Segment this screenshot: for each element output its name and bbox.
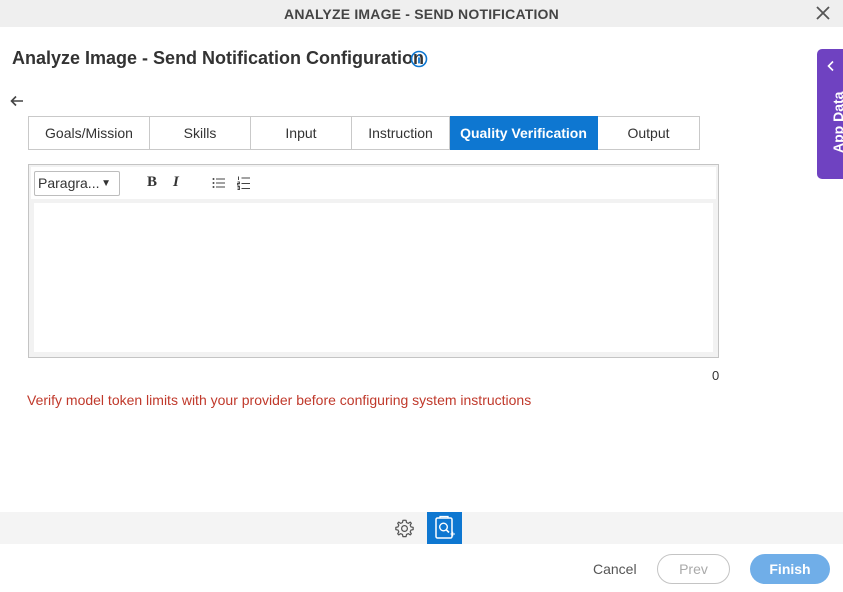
dropdown-arrow-icon: ▼	[101, 178, 111, 189]
character-count: 0	[712, 368, 720, 383]
prev-button[interactable]: Prev	[657, 554, 730, 584]
info-icon[interactable]	[410, 50, 428, 68]
tab-output[interactable]: Output	[598, 116, 700, 150]
chevron-left-icon	[827, 60, 834, 72]
numbered-list-icon[interactable]	[237, 176, 250, 190]
finish-button[interactable]: Finish	[750, 554, 830, 584]
tab-input[interactable]: Input	[251, 116, 352, 150]
window-title: ANALYZE IMAGE - SEND NOTIFICATION	[284, 6, 559, 22]
bullet-list-icon[interactable]	[212, 177, 225, 189]
gear-icon[interactable]	[394, 518, 415, 539]
window-title-bar: ANALYZE IMAGE - SEND NOTIFICATION	[0, 0, 843, 27]
tab-skills[interactable]: Skills	[150, 116, 251, 150]
italic-button[interactable]: I	[173, 174, 179, 192]
editor-content-area[interactable]	[34, 203, 713, 352]
image-analyze-button[interactable]	[427, 512, 462, 544]
bold-button[interactable]: B	[147, 174, 157, 192]
app-data-panel-toggle[interactable]: App Data	[817, 49, 843, 179]
editor-toolbar: Paragra... ▼ B I	[31, 167, 716, 199]
page-title: Analyze Image - Send Notification Config…	[12, 48, 425, 68]
cancel-button[interactable]: Cancel	[593, 561, 637, 577]
image-analyze-icon	[435, 515, 455, 539]
paragraph-format-select[interactable]: Paragra... ▼	[34, 171, 120, 196]
arrow-left-icon[interactable]	[9, 93, 25, 109]
tab-goals-mission[interactable]: Goals/Mission	[28, 116, 150, 150]
token-limit-warning: Verify model token limits with your prov…	[27, 392, 532, 408]
rich-text-editor: Paragra... ▼ B I	[28, 164, 719, 358]
close-icon[interactable]	[815, 4, 831, 22]
tab-bar: Goals/Mission Skills Input Instruction Q…	[28, 116, 700, 150]
app-data-label: App Data	[830, 91, 843, 153]
bottom-toolbar	[0, 512, 843, 544]
tab-quality-verification[interactable]: Quality Verification	[450, 116, 598, 150]
tab-instruction[interactable]: Instruction	[352, 116, 450, 150]
